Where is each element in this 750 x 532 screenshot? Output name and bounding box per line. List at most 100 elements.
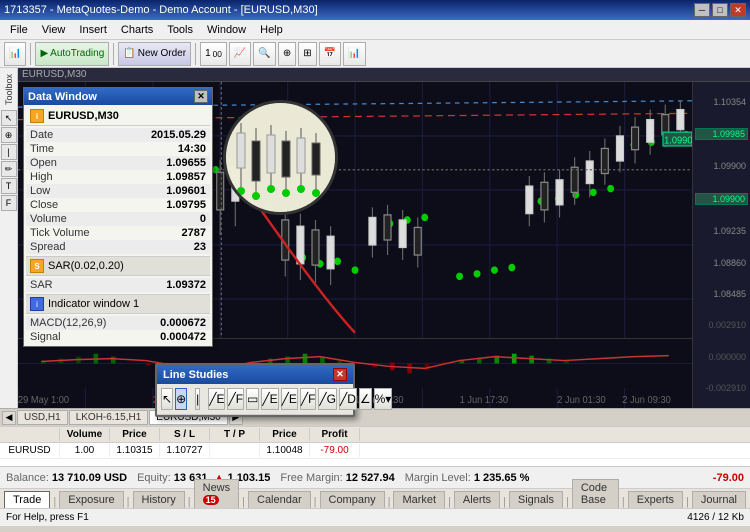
ls-tool-angle-btn[interactable]: ∠ bbox=[359, 388, 372, 410]
toolbox-line-btn[interactable]: | bbox=[1, 144, 17, 160]
autotrading-label: AutoTrading bbox=[50, 48, 104, 59]
new-chart-icon: 📊 bbox=[9, 48, 21, 59]
svg-text:1.09900: 1.09900 bbox=[664, 135, 692, 146]
data-window: Data Window ✕ i EURUSD,M30 Date 2015.05.… bbox=[23, 87, 213, 347]
ls-tool-e3-btn[interactable]: ╱E bbox=[281, 388, 298, 410]
price-level-5: 1.08860 bbox=[695, 258, 748, 268]
chart-tab-lkoh[interactable]: LKOH-6.15,H1 bbox=[69, 410, 149, 425]
col-profit: Profit bbox=[310, 428, 360, 441]
tab-journal[interactable]: Journal bbox=[692, 491, 746, 508]
tab-exposure[interactable]: Exposure bbox=[59, 491, 123, 508]
templates-btn[interactable]: ⊞ bbox=[298, 42, 316, 66]
crosshair-btn[interactable]: ⊕ bbox=[278, 42, 296, 66]
data-window-body: i EURUSD,M30 Date 2015.05.29 Time 14:30 bbox=[24, 105, 212, 346]
chart-tab-usdh1[interactable]: USD,H1 bbox=[17, 410, 68, 425]
help-text: For Help, press F1 bbox=[6, 512, 89, 523]
chart-header: EURUSD,M30 bbox=[18, 68, 750, 82]
bar-chart-btn[interactable]: 📊 bbox=[343, 42, 365, 66]
dw-time-row: Time 14:30 bbox=[26, 142, 210, 156]
toolbox-crosshair-btn[interactable]: ⊕ bbox=[1, 127, 17, 143]
ls-crosshair-btn[interactable]: ⊕ bbox=[175, 388, 187, 410]
toolbox-text-btn[interactable]: T bbox=[1, 178, 17, 194]
menu-tools[interactable]: Tools bbox=[161, 22, 199, 38]
new-chart-btn[interactable]: 📊 bbox=[4, 42, 26, 66]
autotrading-btn[interactable]: ▶ AutoTrading bbox=[35, 42, 109, 66]
orders-header: Volume Price S / L T / P Price Profit bbox=[0, 427, 750, 443]
dw-sar-name: SAR(0.02,0.20) bbox=[48, 260, 124, 272]
title-bar: 1713357 - MetaQuotes-Demo - Demo Account… bbox=[0, 0, 750, 20]
ls-tool-d-btn[interactable]: ╱D bbox=[339, 388, 357, 410]
zoom-btn[interactable]: 100 bbox=[200, 42, 227, 66]
menu-help[interactable]: Help bbox=[254, 22, 289, 38]
tab-news[interactable]: News 15 bbox=[194, 479, 240, 508]
tab-experts[interactable]: Experts bbox=[628, 491, 683, 508]
line-studies-close-btn[interactable]: ✕ bbox=[333, 368, 347, 381]
ls-tool-rect-btn[interactable]: ▭ bbox=[246, 388, 259, 410]
tab-market[interactable]: Market bbox=[393, 491, 445, 508]
ls-tool-g-btn[interactable]: ╱G bbox=[318, 388, 337, 410]
menu-view[interactable]: View bbox=[36, 22, 72, 38]
ls-tool-f2-btn[interactable]: ╱F bbox=[300, 388, 317, 410]
dw-symbol-row: i EURUSD,M30 bbox=[26, 107, 210, 126]
ls-tool-f1-btn[interactable]: ╱F bbox=[227, 388, 244, 410]
tab-codebase[interactable]: Code Base bbox=[572, 479, 619, 508]
ls-tool-e1-btn[interactable]: ╱E bbox=[208, 388, 225, 410]
tab-alerts[interactable]: Alerts bbox=[454, 491, 500, 508]
dw-sar-label: SAR bbox=[30, 279, 53, 291]
col-volume: Volume bbox=[60, 428, 110, 441]
equity-label: Equity: bbox=[137, 472, 171, 484]
new-order-btn[interactable]: 📋 New Order bbox=[118, 42, 191, 66]
window-controls: ─ □ ✕ bbox=[694, 3, 746, 17]
close-btn[interactable]: ✕ bbox=[730, 3, 746, 17]
tab-trade[interactable]: Trade bbox=[4, 491, 50, 508]
ls-tool-e2-btn[interactable]: ╱E bbox=[261, 388, 278, 410]
tab-history[interactable]: History bbox=[133, 491, 185, 508]
svg-text:2 Jun 01:30: 2 Jun 01:30 bbox=[557, 395, 606, 406]
margin-level-item: Margin Level: 1 235.65 % bbox=[405, 472, 530, 484]
tab-calendar[interactable]: Calendar bbox=[248, 491, 311, 508]
dw-sar-icon: S bbox=[30, 259, 44, 273]
minimize-btn[interactable]: ─ bbox=[694, 3, 710, 17]
dw-symbol-name: EURUSD,M30 bbox=[48, 110, 119, 122]
search-btn[interactable]: 🔍 bbox=[253, 42, 275, 66]
ls-tool-more-btn[interactable]: %▾ bbox=[374, 388, 393, 410]
chart-main[interactable]: 29 May 1:00 2015.05.29 14:30 17:30 1 Jun… bbox=[18, 82, 692, 408]
svg-text:29 May 1:00: 29 May 1:00 bbox=[18, 395, 69, 406]
menu-charts[interactable]: Charts bbox=[115, 22, 159, 38]
indicators-btn[interactable]: 📈 bbox=[229, 42, 251, 66]
dw-time-value: 14:30 bbox=[178, 143, 206, 155]
line-studies-toolbar: ↖ ⊕ | ╱E ╱F ▭ ╱E ╱E ╱F ╱G ╱D ∠ %▾ bbox=[157, 384, 353, 415]
col-symbol bbox=[0, 428, 60, 441]
chart-tab-prev[interactable]: ◀ bbox=[2, 411, 16, 425]
dw-indicator-section: i Indicator window 1 bbox=[26, 294, 210, 314]
line-studies-dialog: Line Studies ✕ ↖ ⊕ | ╱E ╱F ▭ ╱E ╱E ╱F ╱G… bbox=[155, 363, 355, 417]
menu-insert[interactable]: Insert bbox=[73, 22, 113, 38]
dw-sar-value: 1.09372 bbox=[166, 279, 206, 291]
price-level-1: 1.10354 bbox=[695, 97, 748, 107]
dw-volume-row: Volume 0 bbox=[26, 212, 210, 226]
col-sl: S / L bbox=[160, 428, 210, 441]
tab-company[interactable]: Company bbox=[320, 491, 385, 508]
margin-level-value: 1 235.65 % bbox=[474, 472, 530, 484]
period-btn[interactable]: 📅 bbox=[319, 42, 341, 66]
menu-bar: File View Insert Charts Tools Window Hel… bbox=[0, 20, 750, 40]
menu-file[interactable]: File bbox=[4, 22, 34, 38]
toolbox-cursor-btn[interactable]: ↖ bbox=[1, 110, 17, 126]
data-window-close-btn[interactable]: ✕ bbox=[194, 90, 208, 103]
tab-signals[interactable]: Signals bbox=[509, 491, 563, 508]
toolbox-pencil-btn[interactable]: ✏ bbox=[1, 161, 17, 177]
autotrading-icon: ▶ bbox=[40, 48, 48, 59]
dw-time-label: Time bbox=[30, 143, 54, 155]
price-level-7: 0.002910 bbox=[695, 320, 748, 330]
data-window-title: Data Window bbox=[28, 91, 97, 103]
maximize-btn[interactable]: □ bbox=[712, 3, 728, 17]
dw-volume-value: 0 bbox=[200, 213, 206, 225]
menu-window[interactable]: Window bbox=[201, 22, 252, 38]
ls-vertical-line-btn[interactable]: | bbox=[195, 388, 200, 410]
dw-date-row: Date 2015.05.29 bbox=[26, 128, 210, 142]
dw-tickvol-value: 2787 bbox=[182, 227, 206, 239]
toolbox-fib-btn[interactable]: F bbox=[1, 195, 17, 211]
dw-macd-label: MACD(12,26,9) bbox=[30, 317, 106, 329]
ls-cursor-btn[interactable]: ↖ bbox=[161, 388, 173, 410]
dw-low-row: Low 1.09601 bbox=[26, 184, 210, 198]
